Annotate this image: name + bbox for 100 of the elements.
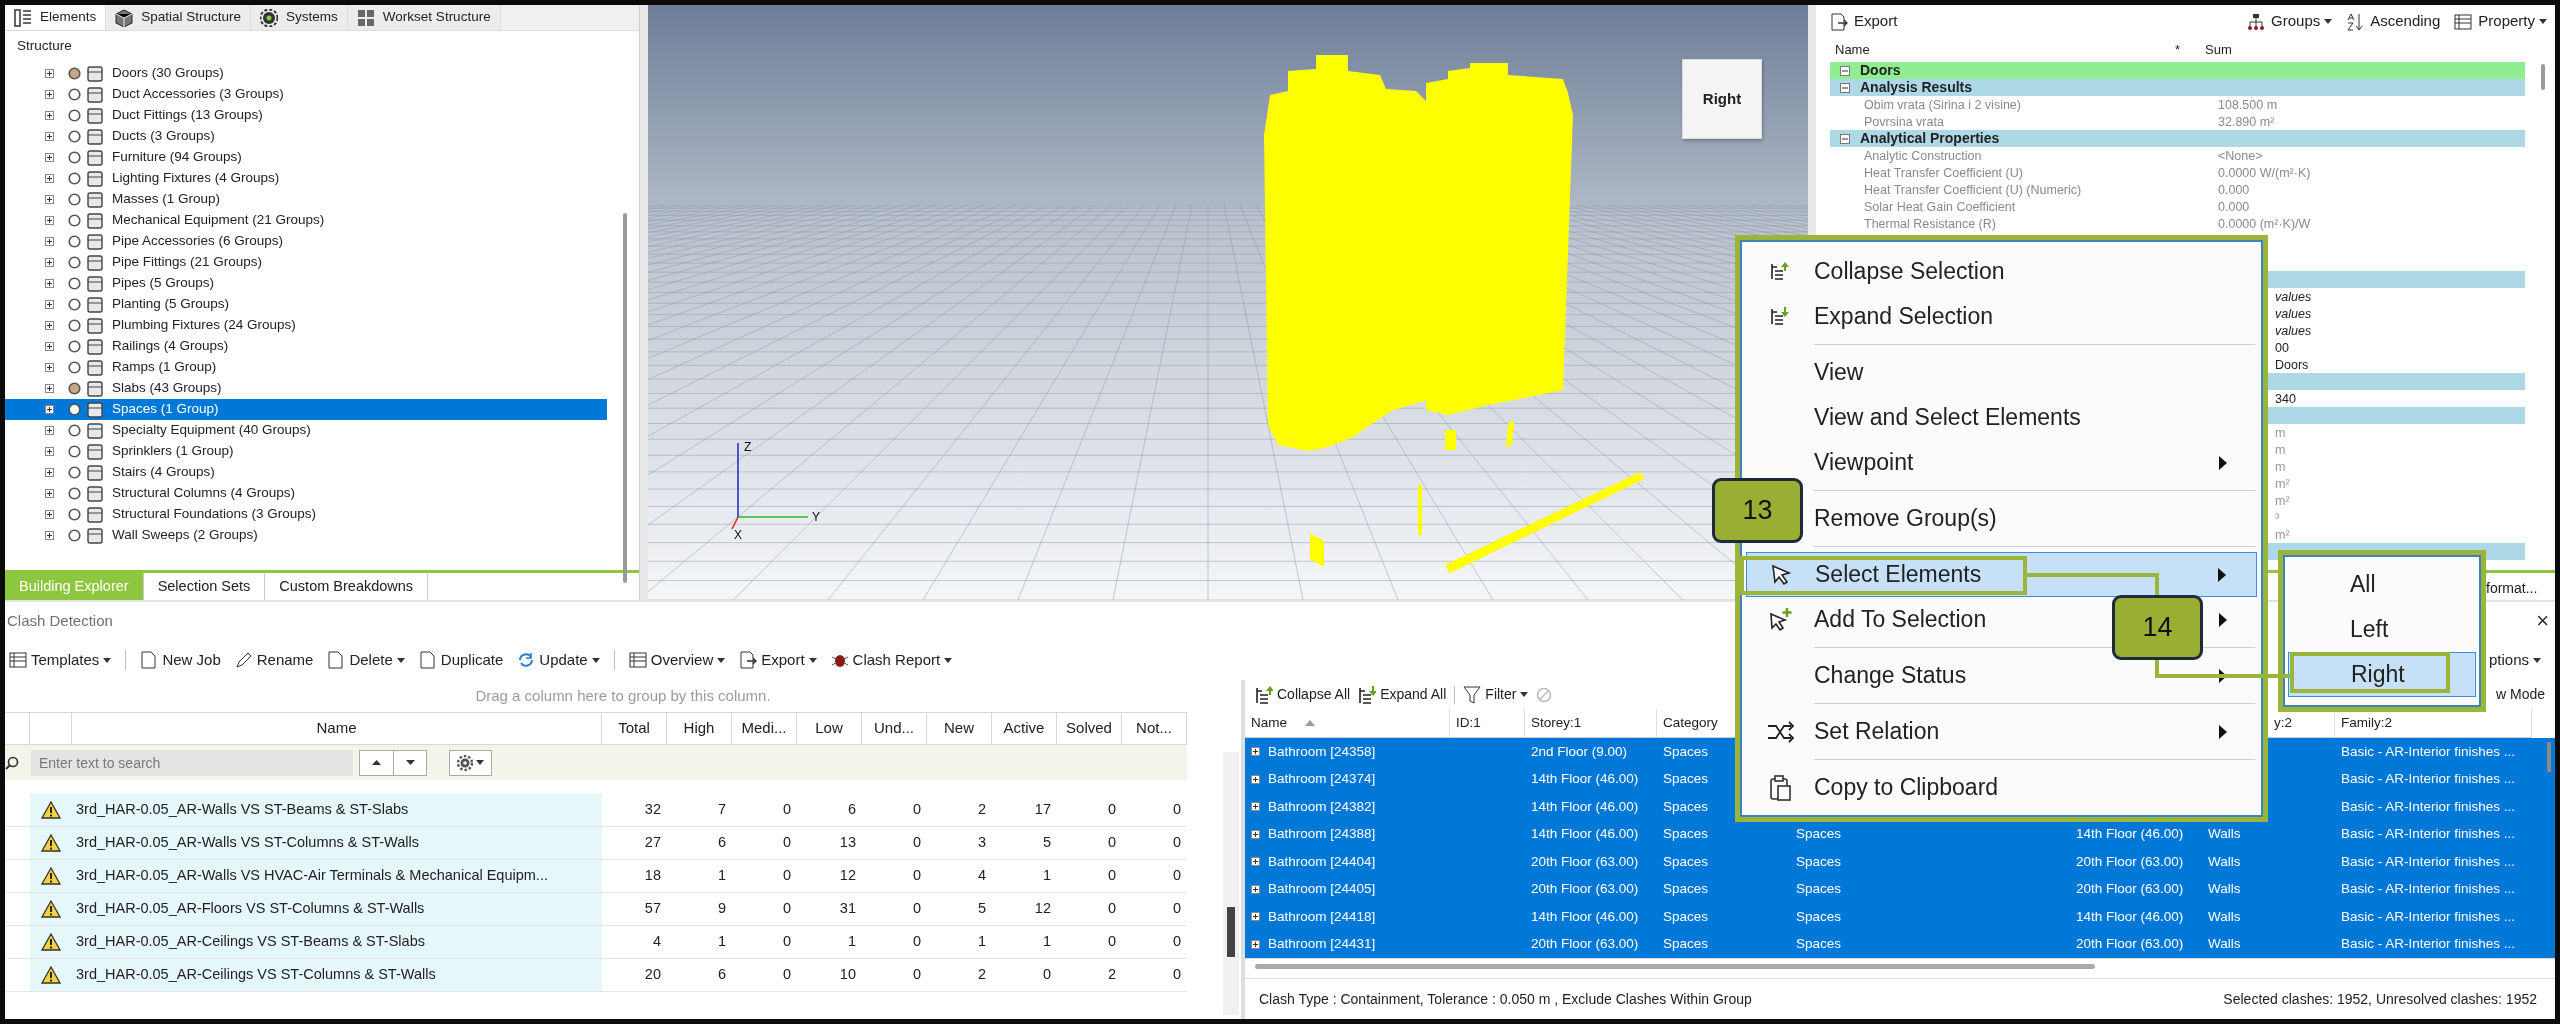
- table-cell: 2: [1057, 959, 1122, 992]
- table-cell: 10: [797, 959, 862, 992]
- axis-label: Y: [812, 510, 820, 524]
- property-value: m²: [2275, 493, 2290, 510]
- table-cell-text: 14th Floor (46.00): [2076, 907, 2184, 926]
- table-cell-text: Spaces: [1796, 907, 1842, 926]
- table-cell: 2: [927, 959, 992, 992]
- table-cell-text: Basic - AR-Interior finishes ...: [2341, 935, 2516, 954]
- table-cell-text: Bathroom [24431]: [1268, 935, 1376, 954]
- table-cell: 6: [667, 959, 732, 992]
- table-cell: 3: [927, 827, 992, 860]
- table-cell-text: Walls: [2208, 825, 2241, 844]
- group-by-hint: Drag a column here to group by this column.: [474, 685, 772, 706]
- table-cell: 0: [732, 893, 797, 926]
- table-cell-text: Basic - AR-Interior finishes ...: [2341, 742, 2516, 761]
- table-cell: 0: [732, 794, 797, 827]
- table-cell: 0: [732, 959, 797, 992]
- table-cell: 0: [732, 926, 797, 959]
- table-cell-text: 20th Floor (63.00): [1531, 880, 1639, 899]
- table-cell-text: Walls: [2208, 935, 2241, 954]
- table-cell: 0: [862, 926, 927, 959]
- property-value: m: [2275, 459, 2286, 476]
- table-cell: 0: [862, 794, 927, 827]
- property-value: m²: [2275, 527, 2290, 544]
- property-value: values: [2275, 289, 2312, 306]
- property-value: 0.000: [2217, 199, 2251, 216]
- table-cell: 0: [1122, 827, 1187, 860]
- property-value: m: [2275, 442, 2286, 459]
- table-cell-text: Spaces: [1663, 935, 1709, 954]
- table-cell: 0: [992, 959, 1057, 992]
- table-cell-text: Spaces: [1796, 935, 1842, 954]
- table-cell-text: Bathroom [24405]: [1268, 880, 1376, 899]
- table-cell: 6: [797, 794, 862, 827]
- table-cell: 0: [1057, 926, 1122, 959]
- property-value: values: [2275, 306, 2312, 323]
- table-cell-text: 20th Floor (63.00): [2076, 880, 2184, 899]
- callout-tooltip: 13: [1712, 478, 1803, 543]
- table-cell-text: Walls: [2208, 852, 2241, 871]
- table-cell: 0: [1057, 827, 1122, 860]
- property-name: Analytic Construction: [1863, 148, 1983, 165]
- property-name: Thermal Resistance (R): [1863, 216, 1997, 233]
- axis-label: X: [734, 528, 742, 542]
- table-cell-text: 14th Floor (46.00): [1531, 825, 1639, 844]
- table-cell: 1: [992, 860, 1057, 893]
- property-name: Heat Transfer Coefficient (U) (Numeric): [1863, 182, 2083, 199]
- table-cell-text: Walls: [2208, 907, 2241, 926]
- table-cell-text: 14th Floor (46.00): [1531, 907, 1639, 926]
- table-cell-text: Bathroom [24418]: [1268, 907, 1376, 926]
- table-cell-text: Spaces: [1663, 825, 1709, 844]
- property-name: Heat Transfer Coefficient (U): [1863, 165, 2024, 182]
- table-cell: 6: [667, 827, 732, 860]
- table-cell: 0: [1122, 926, 1187, 959]
- table-cell: 0: [1057, 860, 1122, 893]
- table-cell: 0: [1057, 794, 1122, 827]
- table-cell: 13: [797, 827, 862, 860]
- table-cell-text: Basic - AR-Interior finishes ...: [2341, 825, 2516, 844]
- tree-title: Structure: [16, 37, 73, 55]
- table-cell-text: Spaces: [1663, 742, 1709, 761]
- property-value: 32.890 m²: [2217, 114, 2276, 131]
- property-value: Doors: [2275, 357, 2309, 374]
- table-cell: 1: [927, 926, 992, 959]
- axis-label: Z: [744, 440, 752, 454]
- table-cell: 27: [602, 827, 667, 860]
- table-cell: 7: [667, 794, 732, 827]
- table-cell: 0: [1057, 893, 1122, 926]
- property-name: Solar Heat Gain Coefficient: [1863, 199, 2017, 216]
- property-value: m: [2275, 425, 2286, 442]
- table-cell: 1: [667, 860, 732, 893]
- table-cell: 17: [992, 794, 1057, 827]
- property-value: values: [2275, 323, 2312, 340]
- table-cell-text: 14th Floor (46.00): [1531, 770, 1639, 789]
- table-cell: 0: [862, 893, 927, 926]
- table-cell-text: Bathroom [24358]: [1268, 742, 1376, 761]
- table-cell-text: Basic - AR-Interior finishes ...: [2341, 907, 2516, 926]
- table-cell-text: Basic - AR-Interior finishes ...: [2341, 852, 2516, 871]
- table-cell-text: Spaces: [1796, 852, 1842, 871]
- table-cell-text: Basic - AR-Interior finishes ...: [2341, 797, 2516, 816]
- table-cell-text: 20th Floor (63.00): [1531, 935, 1639, 954]
- status-text: Clash Type : Containment, Tolerance : 0.050 m , Exclude Clashes Within Group: [1259, 989, 1752, 1009]
- table-cell: 31: [797, 893, 862, 926]
- table-cell-text: Spaces: [1796, 880, 1842, 899]
- table-cell: 5: [927, 893, 992, 926]
- table-cell-text: Spaces: [1663, 907, 1709, 926]
- property-value: 340: [2275, 391, 2296, 408]
- table-cell: 5: [992, 827, 1057, 860]
- property-value: 0.0000 W/(m²·K): [2217, 165, 2312, 182]
- table-cell: 18: [602, 860, 667, 893]
- table-cell: 0: [862, 860, 927, 893]
- table-cell: 2: [927, 794, 992, 827]
- table-cell: 1: [797, 926, 862, 959]
- property-value: 0.000: [2217, 182, 2251, 199]
- table-cell-text: Spaces: [1663, 880, 1709, 899]
- table-cell-text: 20th Floor (63.00): [1531, 852, 1639, 871]
- table-cell: 57: [602, 893, 667, 926]
- table-cell: 0: [732, 860, 797, 893]
- property-value: 00: [2275, 340, 2289, 357]
- callout-tooltip: 14: [2112, 595, 2203, 660]
- table-cell-text: Spaces: [1663, 770, 1709, 789]
- table-cell-text: Bathroom [24404]: [1268, 852, 1376, 871]
- table-cell-text: Spaces: [1796, 825, 1842, 844]
